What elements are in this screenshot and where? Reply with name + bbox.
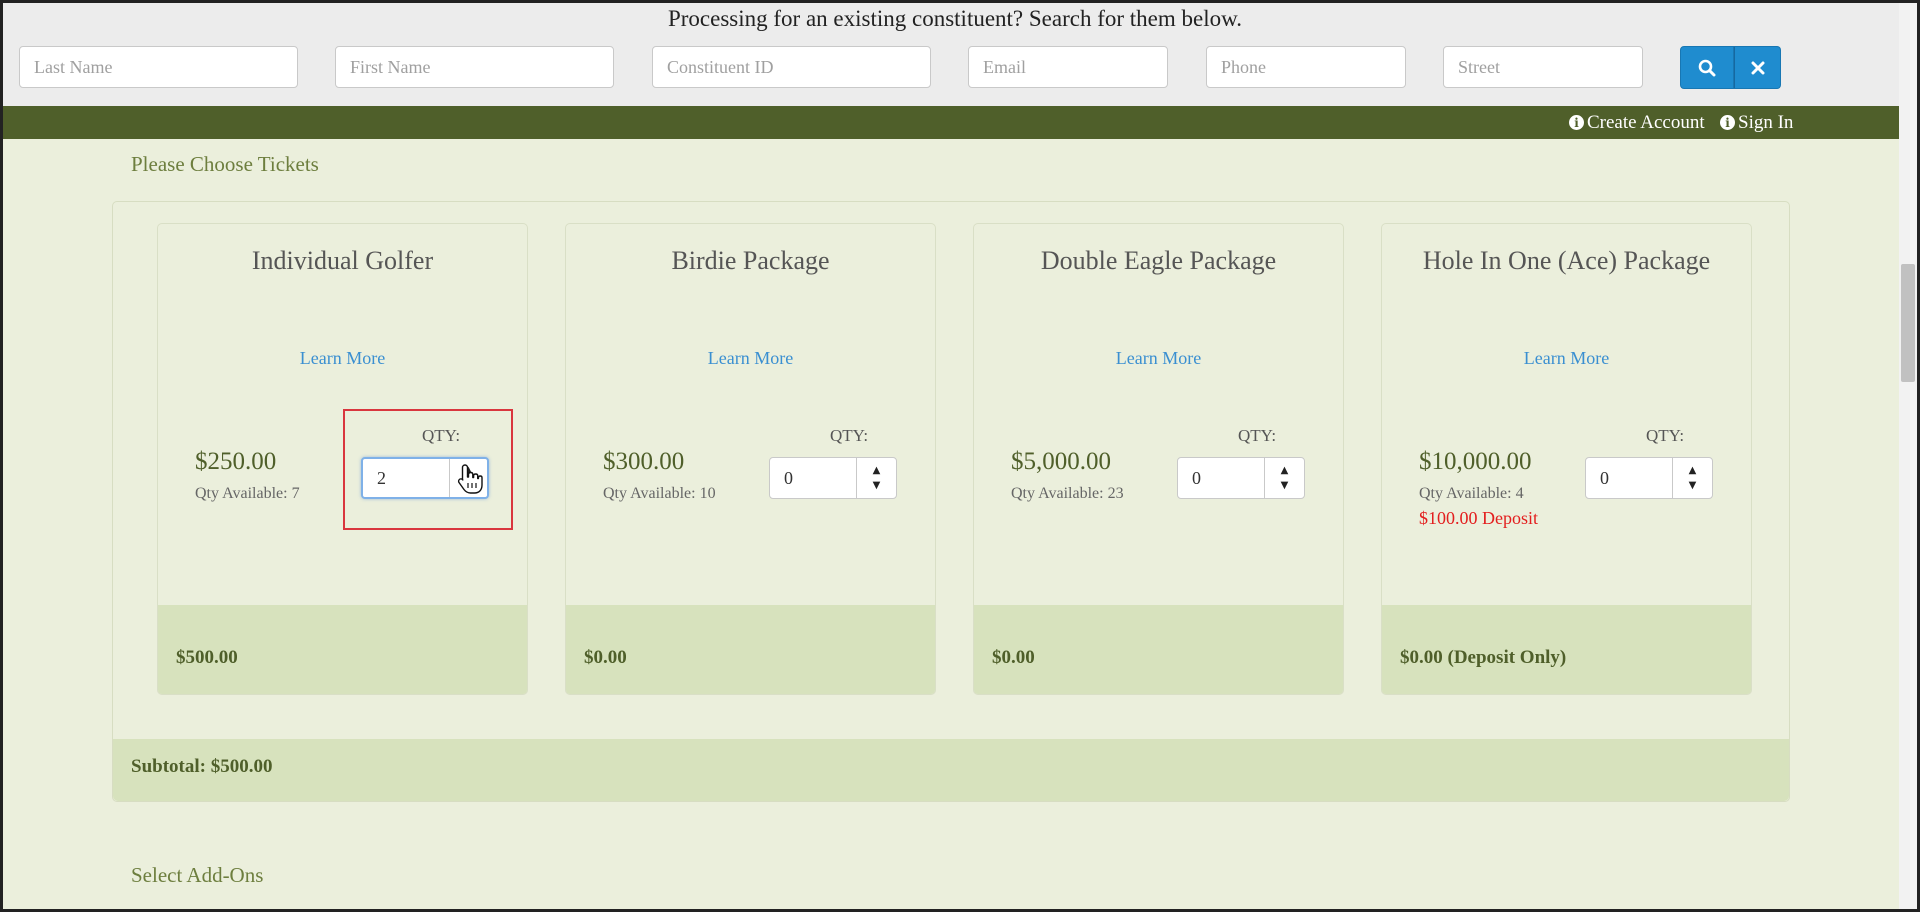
spin-buttons[interactable]: ▲ ▼ xyxy=(1672,458,1712,498)
quantity-input[interactable] xyxy=(363,459,449,497)
last-name-input[interactable] xyxy=(19,46,298,88)
quantity-input[interactable] xyxy=(1178,458,1264,498)
spin-buttons[interactable]: ▲ ▼ xyxy=(449,459,487,497)
sign-in-label: Sign In xyxy=(1738,111,1794,133)
ticket-price: $250.00 xyxy=(195,448,277,475)
qty-available: Qty Available: 10 xyxy=(603,485,716,502)
learn-more-link[interactable]: Learn More xyxy=(1382,348,1751,369)
ticket-total: $0.00 xyxy=(584,647,627,668)
create-account-link[interactable]: i Create Account xyxy=(1569,106,1705,139)
main-content: Please Choose Tickets Individual Golfer … xyxy=(3,139,1899,909)
arrow-up-icon[interactable]: ▲ xyxy=(1281,465,1289,476)
ticket-footer: $0.00 (Deposit Only) xyxy=(1382,605,1751,694)
quantity-stepper[interactable]: ▲ ▼ xyxy=(1177,457,1305,499)
search-icon xyxy=(1698,59,1716,76)
constituent-id-input[interactable] xyxy=(652,46,931,88)
ticket-name: Individual Golfer xyxy=(251,246,434,275)
search-title: Processing for an existing constituent? … xyxy=(667,6,1242,31)
qty-label: QTY: xyxy=(829,426,869,445)
page-scrollbar[interactable] xyxy=(1899,3,1917,909)
qty-label: QTY: xyxy=(421,426,461,445)
info-icon: i xyxy=(1569,115,1584,130)
spin-buttons[interactable]: ▲ ▼ xyxy=(1264,458,1304,498)
spin-buttons[interactable]: ▲ ▼ xyxy=(856,458,896,498)
arrow-down-icon[interactable]: ▼ xyxy=(873,480,881,491)
arrow-down-icon[interactable]: ▼ xyxy=(1689,480,1697,491)
qty-available: Qty Available: 4 xyxy=(1419,485,1524,502)
street-input[interactable] xyxy=(1443,46,1643,88)
create-account-label: Create Account xyxy=(1587,111,1705,133)
ticket-card-hole-in-one-package: Hole In One (Ace) Package Learn More $10… xyxy=(1381,223,1752,695)
learn-more-link[interactable]: Learn More xyxy=(974,348,1343,369)
ticket-price: $300.00 xyxy=(603,448,685,475)
email-input[interactable] xyxy=(968,46,1168,88)
ticket-total: $0.00 (Deposit Only) xyxy=(1400,647,1567,668)
subtotal-bar: Subtotal: $500.00 xyxy=(113,739,1789,801)
tickets-panel: Individual Golfer Learn More $250.00 Qty… xyxy=(112,201,1790,802)
learn-more-link[interactable]: Learn More xyxy=(566,348,935,369)
ticket-price: $10,000.00 xyxy=(1419,448,1532,475)
ticket-footer: $0.00 xyxy=(566,605,935,694)
quantity-input[interactable] xyxy=(1586,458,1672,498)
quantity-stepper[interactable]: ▲ ▼ xyxy=(769,457,897,499)
qty-available: Qty Available: 7 xyxy=(195,485,300,502)
ticket-footer: $500.00 xyxy=(158,605,527,694)
deposit-notice: $100.00 Deposit xyxy=(1419,508,1538,528)
search-button[interactable] xyxy=(1680,46,1734,89)
quantity-stepper[interactable]: ▲ ▼ xyxy=(361,457,489,499)
constituent-search-area: Processing for an existing constituent? … xyxy=(3,3,1899,106)
arrow-up-icon[interactable]: ▲ xyxy=(465,465,473,476)
ticket-card-double-eagle-package: Double Eagle Package Learn More $5,000.0… xyxy=(973,223,1344,695)
phone-input[interactable] xyxy=(1206,46,1406,88)
clear-search-button[interactable] xyxy=(1734,46,1781,89)
account-nav-bar: i Create Account i Sign In xyxy=(3,106,1899,139)
search-button-group xyxy=(1680,46,1781,89)
ticket-name: Double Eagle Package xyxy=(1040,246,1277,275)
quantity-input[interactable] xyxy=(770,458,856,498)
close-icon xyxy=(1751,61,1764,74)
arrow-down-icon[interactable]: ▼ xyxy=(1281,480,1289,491)
ticket-total: $0.00 xyxy=(992,647,1035,668)
qty-label: QTY: xyxy=(1645,426,1685,445)
qty-label: QTY: xyxy=(1237,426,1277,445)
scrollbar-thumb[interactable] xyxy=(1901,264,1915,382)
learn-more-link[interactable]: Learn More xyxy=(158,348,527,369)
ticket-price: $5,000.00 xyxy=(1011,448,1111,475)
qty-available: Qty Available: 23 xyxy=(1011,485,1124,502)
select-addons-title: Select Add-Ons xyxy=(131,863,264,887)
ticket-name: Birdie Package xyxy=(671,246,830,275)
subtotal-text: Subtotal: $500.00 xyxy=(131,756,273,777)
arrow-up-icon[interactable]: ▲ xyxy=(873,465,881,476)
quantity-stepper[interactable]: ▲ ▼ xyxy=(1585,457,1713,499)
choose-tickets-title: Please Choose Tickets xyxy=(131,152,319,176)
first-name-input[interactable] xyxy=(335,46,614,88)
arrow-down-icon[interactable]: ▼ xyxy=(465,480,473,491)
ticket-total: $500.00 xyxy=(176,647,238,668)
info-icon: i xyxy=(1720,115,1735,130)
ticket-card-birdie-package: Birdie Package Learn More $300.00 Qty Av… xyxy=(565,223,936,695)
ticket-card-individual-golfer: Individual Golfer Learn More $250.00 Qty… xyxy=(157,223,528,695)
arrow-up-icon[interactable]: ▲ xyxy=(1689,465,1697,476)
ticket-footer: $0.00 xyxy=(974,605,1343,694)
ticket-name: Hole In One (Ace) Package xyxy=(1422,246,1711,275)
sign-in-link[interactable]: i Sign In xyxy=(1720,106,1793,139)
